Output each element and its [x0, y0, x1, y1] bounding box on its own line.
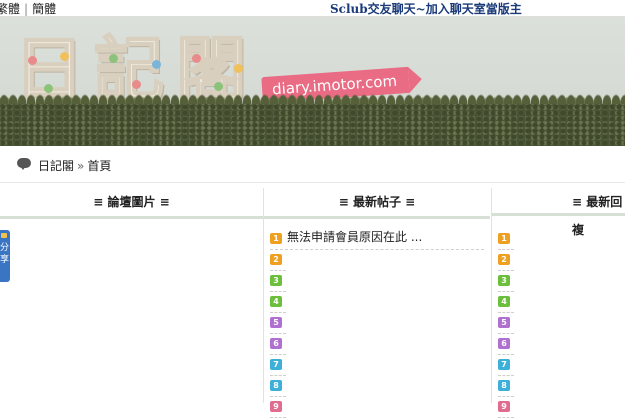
rank-badge: 9 [270, 400, 282, 412]
rank-badge: 8 [270, 379, 282, 391]
column-header-latest-replies: ≡ 最新回複 [492, 188, 625, 237]
list-item[interactable]: 6 [498, 335, 514, 355]
list-item[interactable]: 7 [498, 356, 514, 376]
promo-link[interactable]: Sclub交友聊天~加入聊天室當版主 [330, 0, 522, 17]
list-item[interactable]: 5 [270, 314, 286, 334]
rank-badge: 5 [270, 316, 282, 328]
grass-decoration [0, 104, 625, 146]
speech-bubble-icon [17, 158, 31, 170]
rank-badge: 7 [270, 358, 282, 370]
breadcrumb-arrow: » [77, 159, 85, 173]
rank-badge: 9 [498, 400, 510, 412]
rank-badge: 1 [498, 232, 510, 244]
list-item[interactable]: 1 [498, 230, 514, 250]
rank-badge: 2 [498, 253, 510, 265]
share-button[interactable]: 分 享 [0, 230, 10, 282]
post-title-link[interactable]: 無法申請會員原因在此 ... [287, 230, 422, 245]
language-switch: 繁體 | 簡體 [0, 0, 56, 17]
rank-badge: 3 [498, 274, 510, 286]
list-item[interactable]: 6 [270, 335, 286, 355]
breadcrumb-trail: 日記閣» 首頁 [38, 157, 111, 174]
rank-badge: 6 [498, 337, 510, 349]
lang-simplified-link[interactable]: 簡體 [32, 2, 56, 16]
breadcrumb-current: 首頁 [87, 159, 112, 173]
rank-badge: 6 [270, 337, 282, 349]
list-item[interactable]: 8 [498, 377, 514, 397]
top-bar: 繁體 | 簡體 Sclub交友聊天~加入聊天室當版主 [0, 0, 625, 16]
share-label-1: 分 [0, 243, 10, 253]
list-item[interactable]: 8 [270, 377, 286, 397]
rank-badge: 1 [270, 232, 282, 244]
share-icon [1, 233, 7, 238]
rank-badge: 7 [498, 358, 510, 370]
list-item[interactable]: 1 無法申請會員原因在此 ... [270, 230, 484, 250]
share-label-2: 享 [0, 255, 10, 265]
rank-badge: 2 [270, 253, 282, 265]
list-item[interactable]: 4 [498, 293, 514, 313]
column-header-forum-images: ≡ 論壇圖片 ≡ [0, 188, 263, 219]
list-item[interactable]: 3 [270, 272, 286, 292]
rank-badge: 4 [270, 295, 282, 307]
column-divider [491, 188, 492, 403]
latest-replies-list: 1 2 3 4 5 6 7 8 9 [498, 230, 514, 419]
rank-badge: 4 [498, 295, 510, 307]
rank-badge: 5 [498, 316, 510, 328]
list-item[interactable]: 9 [498, 398, 514, 418]
lang-separator: | [24, 2, 29, 16]
lang-traditional-link[interactable]: 繁體 [0, 2, 20, 16]
latest-posts-list: 1 無法申請會員原因在此 ... 2 3 4 5 6 7 8 9 [270, 230, 484, 419]
list-item[interactable]: 4 [270, 293, 286, 313]
list-item[interactable]: 3 [498, 272, 514, 292]
list-item[interactable]: 2 [270, 251, 286, 271]
rank-badge: 8 [498, 379, 510, 391]
list-item[interactable]: 7 [270, 356, 286, 376]
site-banner: 日 記 閣 diary.imotor.com [0, 16, 625, 146]
column-divider [263, 188, 264, 403]
rank-badge: 3 [270, 274, 282, 286]
list-item[interactable]: 5 [498, 314, 514, 334]
column-header-latest-posts: ≡ 最新帖子 ≡ [264, 188, 490, 219]
breadcrumb-home-link[interactable]: 日記閣 [38, 159, 74, 173]
breadcrumb: 日記閣» 首頁 [0, 146, 625, 183]
list-item[interactable]: 2 [498, 251, 514, 271]
list-item[interactable]: 9 [270, 398, 286, 418]
